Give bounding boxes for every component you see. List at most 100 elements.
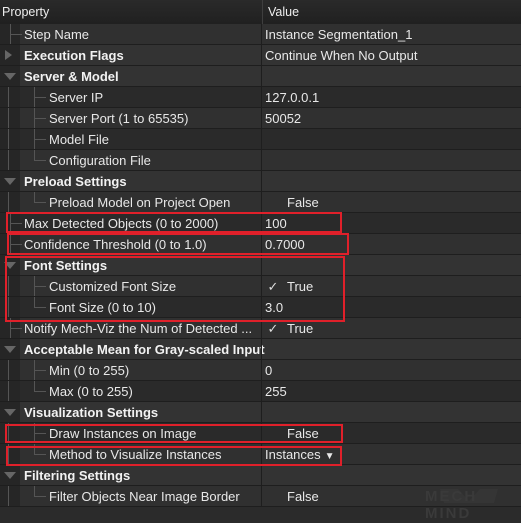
dropdown-arrow-icon[interactable]: ▼ bbox=[325, 451, 335, 462]
tree-branch-line bbox=[8, 297, 9, 317]
group-row[interactable]: Font Settings bbox=[0, 255, 521, 276]
tree-branch-line bbox=[8, 360, 9, 380]
property-row[interactable]: Min (0 to 255) 0 bbox=[0, 360, 521, 381]
checkmark-icon[interactable]: ✓ bbox=[265, 321, 281, 337]
property-value[interactable]: 0.7000 bbox=[265, 237, 305, 252]
property-row[interactable]: Font Size (0 to 10) 3.0 bbox=[0, 297, 521, 318]
row-gutter bbox=[0, 129, 20, 149]
checkbox-unchecked-icon[interactable] bbox=[265, 428, 281, 442]
column-divider bbox=[261, 150, 262, 170]
property-label: Max Detected Objects (0 to 2000) bbox=[24, 216, 219, 231]
column-divider bbox=[261, 213, 262, 233]
property-label: Filter Objects Near Image Border bbox=[49, 489, 240, 504]
property-label: Acceptable Mean for Gray-scaled Input bbox=[24, 342, 265, 357]
property-row[interactable]: Max (0 to 255) 255 bbox=[0, 381, 521, 402]
property-value[interactable]: 3.0 bbox=[265, 300, 283, 315]
column-divider bbox=[261, 444, 262, 464]
column-divider bbox=[261, 360, 262, 380]
value-text: Instance Segmentation_1 bbox=[265, 27, 413, 42]
row-gutter bbox=[0, 381, 20, 401]
collapse-arrow-icon[interactable] bbox=[4, 73, 16, 80]
property-row[interactable]: Draw Instances on Image False bbox=[0, 423, 521, 444]
column-divider bbox=[261, 66, 262, 86]
property-value[interactable]: 127.0.0.1 bbox=[265, 90, 319, 105]
property-row[interactable]: Preload Model on Project Open False bbox=[0, 192, 521, 213]
group-row[interactable]: Preload Settings bbox=[0, 171, 521, 192]
tree-branch-line bbox=[8, 444, 9, 464]
expand-arrow-icon[interactable] bbox=[5, 50, 12, 60]
property-value[interactable]: False bbox=[265, 489, 319, 505]
property-value[interactable]: ✓ True bbox=[265, 279, 314, 295]
tree-branch-line bbox=[34, 391, 46, 392]
property-label: Preload Model on Project Open bbox=[49, 195, 231, 210]
property-value[interactable]: 100 bbox=[265, 216, 287, 231]
property-label: Step Name bbox=[24, 27, 90, 42]
collapse-arrow-icon[interactable] bbox=[4, 409, 16, 416]
property-value[interactable]: ✓ True bbox=[265, 321, 314, 337]
property-label: Min (0 to 255) bbox=[49, 363, 130, 378]
tree-branch-line bbox=[8, 192, 9, 212]
collapse-arrow-icon[interactable] bbox=[4, 178, 16, 185]
tree-branch-line bbox=[10, 223, 22, 224]
value-text: False bbox=[287, 426, 319, 441]
property-label: Configuration File bbox=[49, 153, 151, 168]
checkmark-icon[interactable]: ✓ bbox=[265, 279, 281, 295]
property-label: Method to Visualize Instances bbox=[49, 447, 222, 462]
checkbox-unchecked-icon[interactable] bbox=[265, 491, 281, 505]
collapse-arrow-icon[interactable] bbox=[4, 472, 16, 479]
value-text: 100 bbox=[265, 216, 287, 231]
tree-branch-line bbox=[34, 276, 35, 296]
property-row[interactable]: Confidence Threshold (0 to 1.0) 0.7000 bbox=[0, 234, 521, 255]
property-row[interactable]: Model File bbox=[0, 129, 521, 150]
property-value[interactable]: 50052 bbox=[265, 111, 301, 126]
property-row[interactable]: Method to Visualize Instances Instances ▼ bbox=[0, 444, 521, 465]
group-row[interactable]: Server & Model bbox=[0, 66, 521, 87]
group-row[interactable]: Execution Flags Continue When No Output bbox=[0, 45, 521, 66]
column-divider bbox=[261, 87, 262, 107]
property-row[interactable]: Notify Mech-Viz the Num of Detected ... ✓… bbox=[0, 318, 521, 339]
tree-branch-line bbox=[34, 108, 35, 128]
column-divider bbox=[261, 465, 262, 485]
value-text: True bbox=[287, 321, 314, 336]
tree-branch-line bbox=[10, 328, 22, 329]
row-gutter bbox=[0, 486, 20, 506]
value-text: 3.0 bbox=[265, 300, 284, 315]
checkbox-unchecked-icon[interactable] bbox=[265, 197, 281, 211]
tree-branch-line bbox=[8, 87, 9, 107]
column-header-property[interactable]: Property bbox=[2, 5, 49, 19]
property-value[interactable]: False bbox=[265, 426, 319, 442]
tree-branch-line bbox=[8, 108, 9, 128]
property-value[interactable]: 0 bbox=[265, 363, 272, 378]
column-divider bbox=[261, 339, 262, 359]
property-value[interactable]: Continue When No Output bbox=[265, 48, 417, 63]
column-divider bbox=[261, 402, 262, 422]
tree-branch-line bbox=[8, 381, 9, 401]
tree-branch-line bbox=[34, 444, 35, 455]
property-row[interactable]: Step Name Instance Segmentation_1 bbox=[0, 24, 521, 45]
property-row[interactable]: Customized Font Size ✓ True bbox=[0, 276, 521, 297]
column-divider bbox=[261, 24, 262, 44]
collapse-arrow-icon[interactable] bbox=[4, 346, 16, 353]
property-row[interactable]: Configuration File bbox=[0, 150, 521, 171]
value-text: True bbox=[287, 279, 314, 294]
property-value[interactable]: 255 bbox=[265, 384, 287, 399]
property-row[interactable]: Max Detected Objects (0 to 2000) 100 bbox=[0, 213, 521, 234]
tree-branch-line bbox=[34, 423, 35, 443]
value-text: 255 bbox=[265, 384, 287, 399]
property-value[interactable]: False bbox=[265, 195, 319, 211]
column-divider bbox=[261, 381, 262, 401]
property-value[interactable]: Instances ▼ bbox=[265, 447, 335, 462]
group-row[interactable]: Visualization Settings bbox=[0, 402, 521, 423]
column-header-value[interactable]: Value bbox=[268, 5, 299, 19]
collapse-arrow-icon[interactable] bbox=[4, 262, 16, 269]
tree-branch-line bbox=[8, 276, 9, 296]
property-row[interactable]: Server Port (1 to 65535) 50052 bbox=[0, 108, 521, 129]
group-row[interactable]: Acceptable Mean for Gray-scaled Input bbox=[0, 339, 521, 360]
value-text: Instances bbox=[265, 447, 321, 462]
column-divider[interactable] bbox=[262, 0, 263, 24]
property-row[interactable]: Server IP 127.0.0.1 bbox=[0, 87, 521, 108]
group-row[interactable]: Filtering Settings bbox=[0, 465, 521, 486]
property-label: Confidence Threshold (0 to 1.0) bbox=[24, 237, 207, 252]
column-divider bbox=[261, 192, 262, 212]
property-value[interactable]: Instance Segmentation_1 bbox=[265, 27, 412, 42]
